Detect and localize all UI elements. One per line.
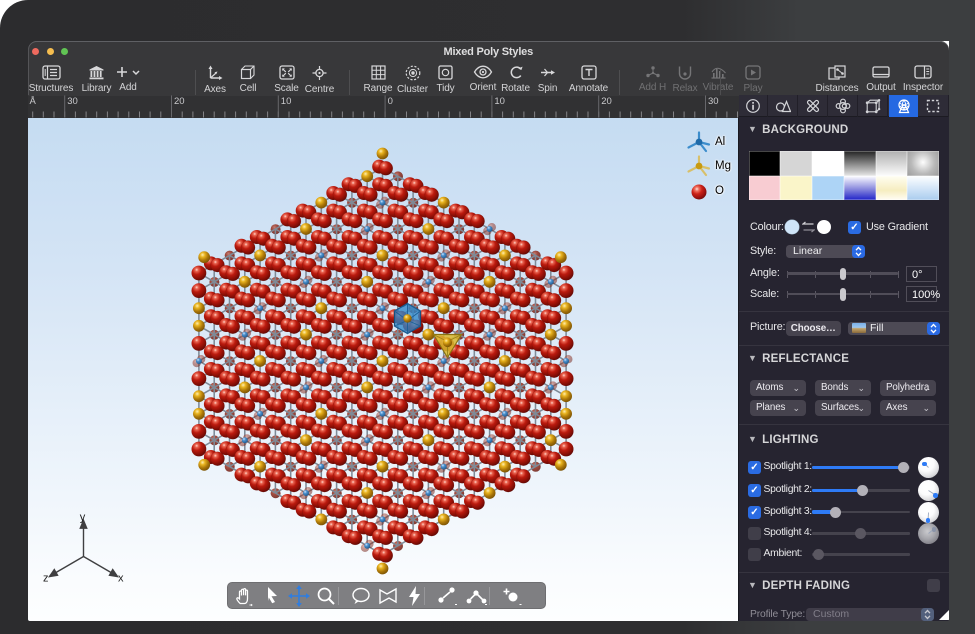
svg-text:y: y bbox=[79, 513, 85, 524]
svg-text:20: 20 bbox=[601, 96, 612, 107]
svg-text:20: 20 bbox=[174, 96, 185, 107]
svg-text:Å: Å bbox=[29, 96, 36, 107]
svg-text:30: 30 bbox=[67, 96, 78, 107]
svg-text:10: 10 bbox=[280, 96, 291, 107]
svg-text:30: 30 bbox=[708, 96, 719, 107]
svg-text:z: z bbox=[43, 572, 49, 584]
svg-text:0: 0 bbox=[387, 96, 392, 107]
svg-text:10: 10 bbox=[494, 96, 505, 107]
svg-text:x: x bbox=[118, 572, 124, 584]
